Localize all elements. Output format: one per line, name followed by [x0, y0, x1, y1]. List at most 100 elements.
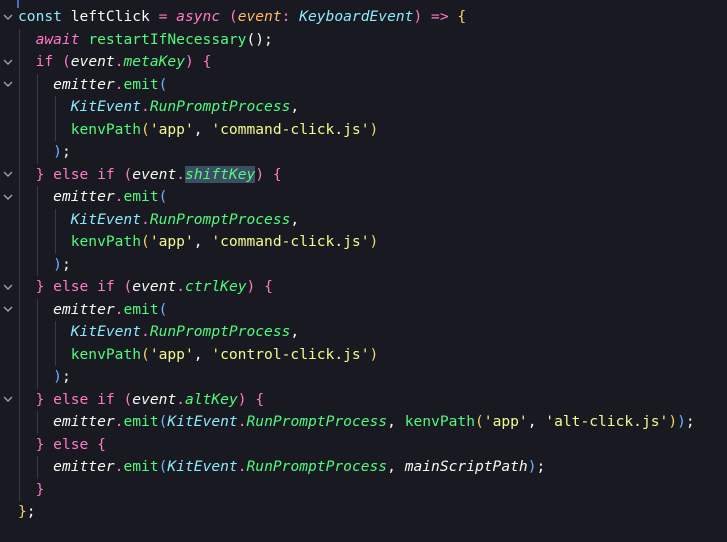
code-token: {: [202, 53, 212, 70]
code-token: .: [176, 390, 186, 408]
code-token: ;: [61, 143, 71, 160]
code-token: KitEvent: [167, 413, 238, 430]
code-token: }: [18, 503, 27, 520]
code-token: emitter: [53, 75, 115, 93]
code-token: KitEvent: [70, 323, 142, 340]
code-token: restartIfNecessary: [88, 30, 247, 48]
chevron-down-icon[interactable]: [0, 51, 16, 74]
chevron-down-icon[interactable]: [0, 6, 16, 29]
chevron-down-icon[interactable]: [0, 389, 16, 412]
code-line[interactable]: KitEvent.RunPromptProcess,: [18, 321, 299, 344]
code-token: (: [123, 278, 133, 295]
code-token: kenvPath: [404, 413, 475, 430]
code-line[interactable]: );: [18, 141, 71, 164]
code-token: else: [53, 165, 89, 183]
code-token: emit: [123, 458, 159, 475]
code-token: ): [668, 413, 678, 430]
code-token: await: [35, 30, 80, 48]
code-token: RunPromptProcess: [246, 458, 388, 475]
chevron-down-icon[interactable]: [0, 164, 16, 187]
code-token: event: [132, 165, 177, 183]
code-token: 'control-click.js': [211, 345, 370, 363]
code-token: mainScriptPath: [404, 458, 528, 475]
code-token: leftClick: [70, 8, 150, 25]
code-token: ): [527, 458, 537, 475]
code-line[interactable]: emitter.emit(KitEvent.RunPromptProcess, …: [18, 411, 695, 434]
code-line[interactable]: } else {: [18, 434, 106, 457]
code-token: ,: [290, 323, 300, 340]
chevron-down-icon[interactable]: [0, 186, 16, 209]
code-token: {: [272, 165, 282, 183]
chevron-down-icon[interactable]: [0, 74, 16, 97]
code-line[interactable]: emitter.emit(: [18, 186, 167, 209]
code-token: emit: [123, 413, 159, 430]
code-line[interactable]: );: [18, 366, 71, 389]
code-token: .: [237, 458, 247, 475]
code-token: else: [53, 435, 89, 453]
code-line[interactable]: KitEvent.RunPromptProcess,: [18, 209, 299, 232]
code-token: ): [677, 413, 686, 430]
code-token: RunPromptProcess: [246, 413, 388, 430]
code-token: ): [369, 233, 379, 250]
code-token: emitter: [53, 300, 115, 318]
code-token: ,: [193, 345, 212, 363]
code-line[interactable]: kenvPath('app', 'control-click.js'): [18, 344, 379, 367]
code-token: KeyboardEvent: [299, 8, 414, 25]
code-token: if: [97, 390, 115, 408]
code-token: (: [158, 75, 168, 93]
code-token: {: [264, 278, 273, 295]
code-line[interactable]: emitter.emit(: [18, 74, 167, 97]
code-token: ;: [61, 368, 71, 385]
code-line[interactable]: } else if (event.shiftKey) {: [18, 164, 282, 187]
code-token: {: [457, 8, 467, 25]
code-token: (: [123, 165, 133, 183]
code-line[interactable]: };: [18, 501, 36, 524]
code-token: emitter: [53, 413, 115, 430]
code-token: ,: [193, 233, 212, 250]
code-token: event: [132, 278, 177, 295]
code-line[interactable]: if (event.metaKey) {: [18, 51, 212, 74]
code-token: ;: [26, 503, 36, 520]
code-token: else: [53, 390, 89, 408]
chevron-down-icon[interactable]: [0, 276, 16, 299]
code-line[interactable]: }: [18, 479, 45, 502]
code-token: KitEvent: [70, 98, 142, 115]
code-line[interactable]: );: [18, 254, 71, 277]
code-token: .: [176, 165, 186, 183]
code-line[interactable]: } else if (event.altKey) {: [18, 389, 265, 412]
code-token: :: [281, 8, 300, 25]
code-token: if: [97, 165, 115, 183]
code-token: (: [141, 233, 150, 250]
code-line[interactable]: kenvPath('app', 'command-click.js'): [18, 119, 379, 142]
code-line[interactable]: emitter.emit(KitEvent.RunPromptProcess, …: [18, 456, 545, 479]
code-token: ;: [536, 458, 546, 475]
chevron-down-icon[interactable]: [0, 299, 16, 322]
code-token: }: [35, 480, 45, 498]
code-editor[interactable]: const leftClick = async (event: Keyboard…: [0, 0, 727, 542]
code-line[interactable]: kenvPath('app', 'command-click.js'): [18, 231, 379, 254]
code-line[interactable]: emitter.emit(: [18, 299, 167, 322]
code-line[interactable]: KitEvent.RunPromptProcess,: [18, 96, 299, 119]
code-line[interactable]: const leftClick = async (event: Keyboard…: [18, 6, 466, 29]
code-line[interactable]: } else if (event.ctrlKey) {: [18, 276, 273, 299]
code-token: RunPromptProcess: [149, 210, 291, 228]
code-token: (: [158, 300, 168, 318]
code-line[interactable]: await restartIfNecessary();: [18, 29, 273, 52]
code-token: emit: [123, 188, 159, 205]
code-token: ): [255, 165, 265, 183]
code-token: (: [141, 120, 150, 138]
